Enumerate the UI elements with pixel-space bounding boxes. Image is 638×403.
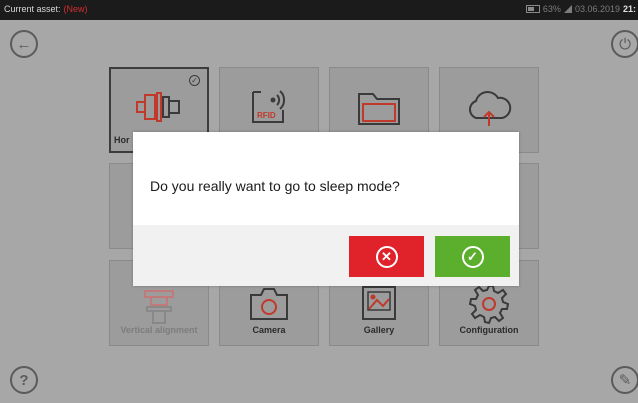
horizontal-alignment-icon [111, 89, 207, 125]
tile-label: Camera [252, 325, 286, 335]
selected-check-icon: ✓ [189, 75, 200, 86]
help-icon: ? [19, 371, 29, 389]
power-button[interactable]: ⏻ [611, 30, 638, 58]
back-arrow-icon: ← [16, 35, 32, 53]
confirm-button[interactable]: ✓ [435, 236, 510, 277]
close-icon: ✕ [375, 245, 398, 268]
cancel-button[interactable]: ✕ [349, 236, 424, 277]
help-button[interactable]: ? [10, 366, 38, 394]
battery-percent: 63% [542, 4, 561, 14]
tile-label: Vertical alignment [120, 325, 198, 335]
tile-label: Gallery [363, 325, 395, 335]
pencil-icon: ✎ [618, 372, 632, 389]
status-time: 21: [622, 4, 636, 14]
gallery-icon [330, 283, 428, 323]
sleep-mode-dialog: Do you really want to go to sleep mode? … [133, 132, 519, 286]
status-date: 03.06.2019 [574, 4, 620, 14]
current-asset: Current asset: (New) [4, 4, 88, 14]
status-bar: Current asset: (New) 63% 03.06.2019 21: [0, 0, 638, 20]
camera-icon [220, 283, 318, 323]
status-indicators: 63% 03.06.2019 21: [525, 4, 636, 14]
cloud-upload-icon [440, 88, 538, 128]
rfid-icon: RFID [220, 84, 318, 128]
edit-button[interactable]: ✎ [611, 366, 638, 394]
back-button[interactable]: ← [10, 30, 38, 58]
check-icon: ✓ [461, 245, 484, 268]
battery-icon [525, 5, 540, 13]
folder-icon [330, 90, 428, 128]
current-asset-label: Current asset: [4, 4, 61, 14]
tile-label: Configuration [459, 325, 519, 335]
current-asset-value: (New) [63, 4, 88, 14]
rfid-icon-text: RFID [257, 111, 276, 120]
signal-icon [563, 5, 572, 13]
screen: Current asset: (New) 63% 03.06.2019 21: ←… [0, 0, 638, 403]
gear-icon [440, 281, 538, 325]
dialog-message: Do you really want to go to sleep mode? [150, 178, 400, 194]
power-icon: ⏻ [619, 35, 631, 53]
